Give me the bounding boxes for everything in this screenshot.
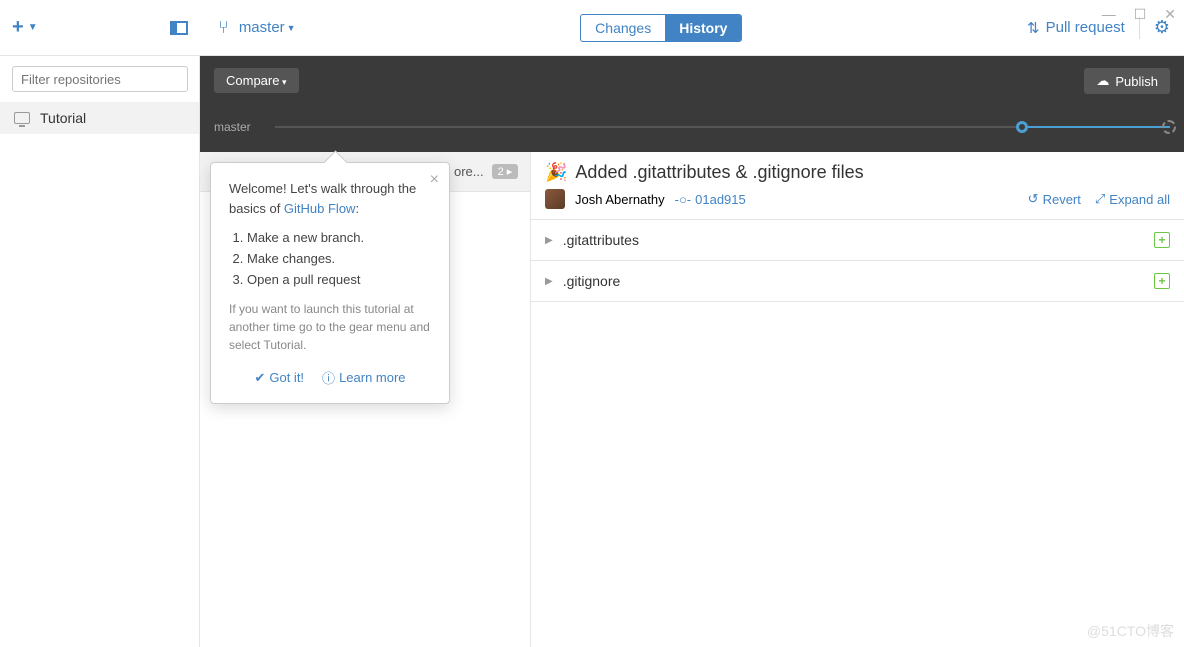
- learn-more-button[interactable]: ⓘ Learn more: [322, 368, 406, 387]
- timeline-head-marker[interactable]: [1162, 120, 1176, 134]
- tada-icon: 🎉: [545, 162, 567, 183]
- learn-more-label: Learn more: [339, 370, 405, 385]
- got-it-button[interactable]: ✔ Got it!: [254, 368, 304, 387]
- close-icon[interactable]: ×: [430, 171, 439, 189]
- publish-label: Publish: [1115, 74, 1158, 89]
- chevron-down-icon: ▼: [287, 23, 296, 33]
- add-repo-button[interactable]: +▼: [12, 16, 38, 39]
- popover-hint: If you want to launch this tutorial at a…: [229, 300, 431, 354]
- sidebar-item-tutorial[interactable]: Tutorial: [0, 102, 199, 134]
- commit-title: Added .gitattributes & .gitignore files: [575, 162, 863, 183]
- timeline-branch-label: master: [214, 120, 251, 134]
- file-name: .gitignore: [563, 273, 621, 289]
- added-icon: +: [1154, 232, 1170, 248]
- commit-sha-link[interactable]: -○- 01ad915: [675, 192, 746, 207]
- step-3: Open a pull request: [247, 270, 431, 291]
- view-tabs: Changes History: [580, 14, 742, 42]
- filter-repos-input[interactable]: [12, 66, 188, 92]
- author-name: Josh Abernathy: [575, 192, 665, 207]
- cloud-upload-icon: ☁: [1096, 73, 1109, 89]
- chevron-right-icon: ▶: [545, 276, 553, 287]
- tutorial-steps: Make a new branch. Make changes. Open a …: [247, 228, 431, 290]
- author-avatar: [545, 189, 565, 209]
- commit-sha: 01ad915: [695, 192, 746, 207]
- file-name: .gitattributes: [563, 232, 639, 248]
- tab-changes[interactable]: Changes: [581, 15, 665, 41]
- toggle-sidebar-icon[interactable]: [170, 21, 188, 35]
- step-2: Make changes.: [247, 249, 431, 270]
- timeline-commit-dot[interactable]: [1016, 121, 1028, 133]
- watermark: @51CTO博客: [1087, 621, 1174, 641]
- revert-button[interactable]: ↺ Revert: [1028, 191, 1081, 207]
- commit-partial-text: ore...: [454, 164, 484, 179]
- timeline-track[interactable]: [275, 126, 1170, 128]
- branch-selector[interactable]: ⑂ master ▼: [200, 17, 296, 38]
- revert-label: Revert: [1043, 192, 1081, 207]
- window-minimize[interactable]: —: [1102, 6, 1116, 23]
- file-count-badge: 2 ▸: [492, 164, 519, 179]
- tutorial-popover: × Welcome! Let's walk through the basics…: [210, 162, 450, 404]
- expand-label: Expand all: [1109, 192, 1170, 207]
- file-row[interactable]: ▶ .gitattributes +: [531, 219, 1184, 261]
- tab-history[interactable]: History: [665, 15, 741, 41]
- popover-intro: Welcome! Let's walk through the basics o…: [229, 179, 431, 218]
- publish-button[interactable]: ☁ Publish: [1084, 68, 1170, 94]
- monitor-icon: [14, 112, 30, 124]
- added-icon: +: [1154, 273, 1170, 289]
- chevron-right-icon: ▶: [545, 235, 553, 246]
- window-close[interactable]: ✕: [1164, 6, 1176, 23]
- github-flow-link[interactable]: GitHub Flow: [284, 201, 356, 216]
- compare-button[interactable]: Compare: [214, 68, 299, 93]
- step-1: Make a new branch.: [247, 228, 431, 249]
- window-maximize[interactable]: ☐: [1134, 6, 1147, 23]
- pull-request-icon: ⇅: [1027, 19, 1040, 37]
- repo-label: Tutorial: [40, 110, 86, 126]
- timeline-progress: [1028, 126, 1170, 128]
- got-it-label: Got it!: [269, 370, 304, 385]
- branch-name: master: [239, 19, 285, 36]
- expand-all-button[interactable]: ⤢ Expand all: [1095, 191, 1170, 207]
- branch-icon: ⑂: [218, 17, 229, 38]
- file-row[interactable]: ▶ .gitignore +: [531, 261, 1184, 302]
